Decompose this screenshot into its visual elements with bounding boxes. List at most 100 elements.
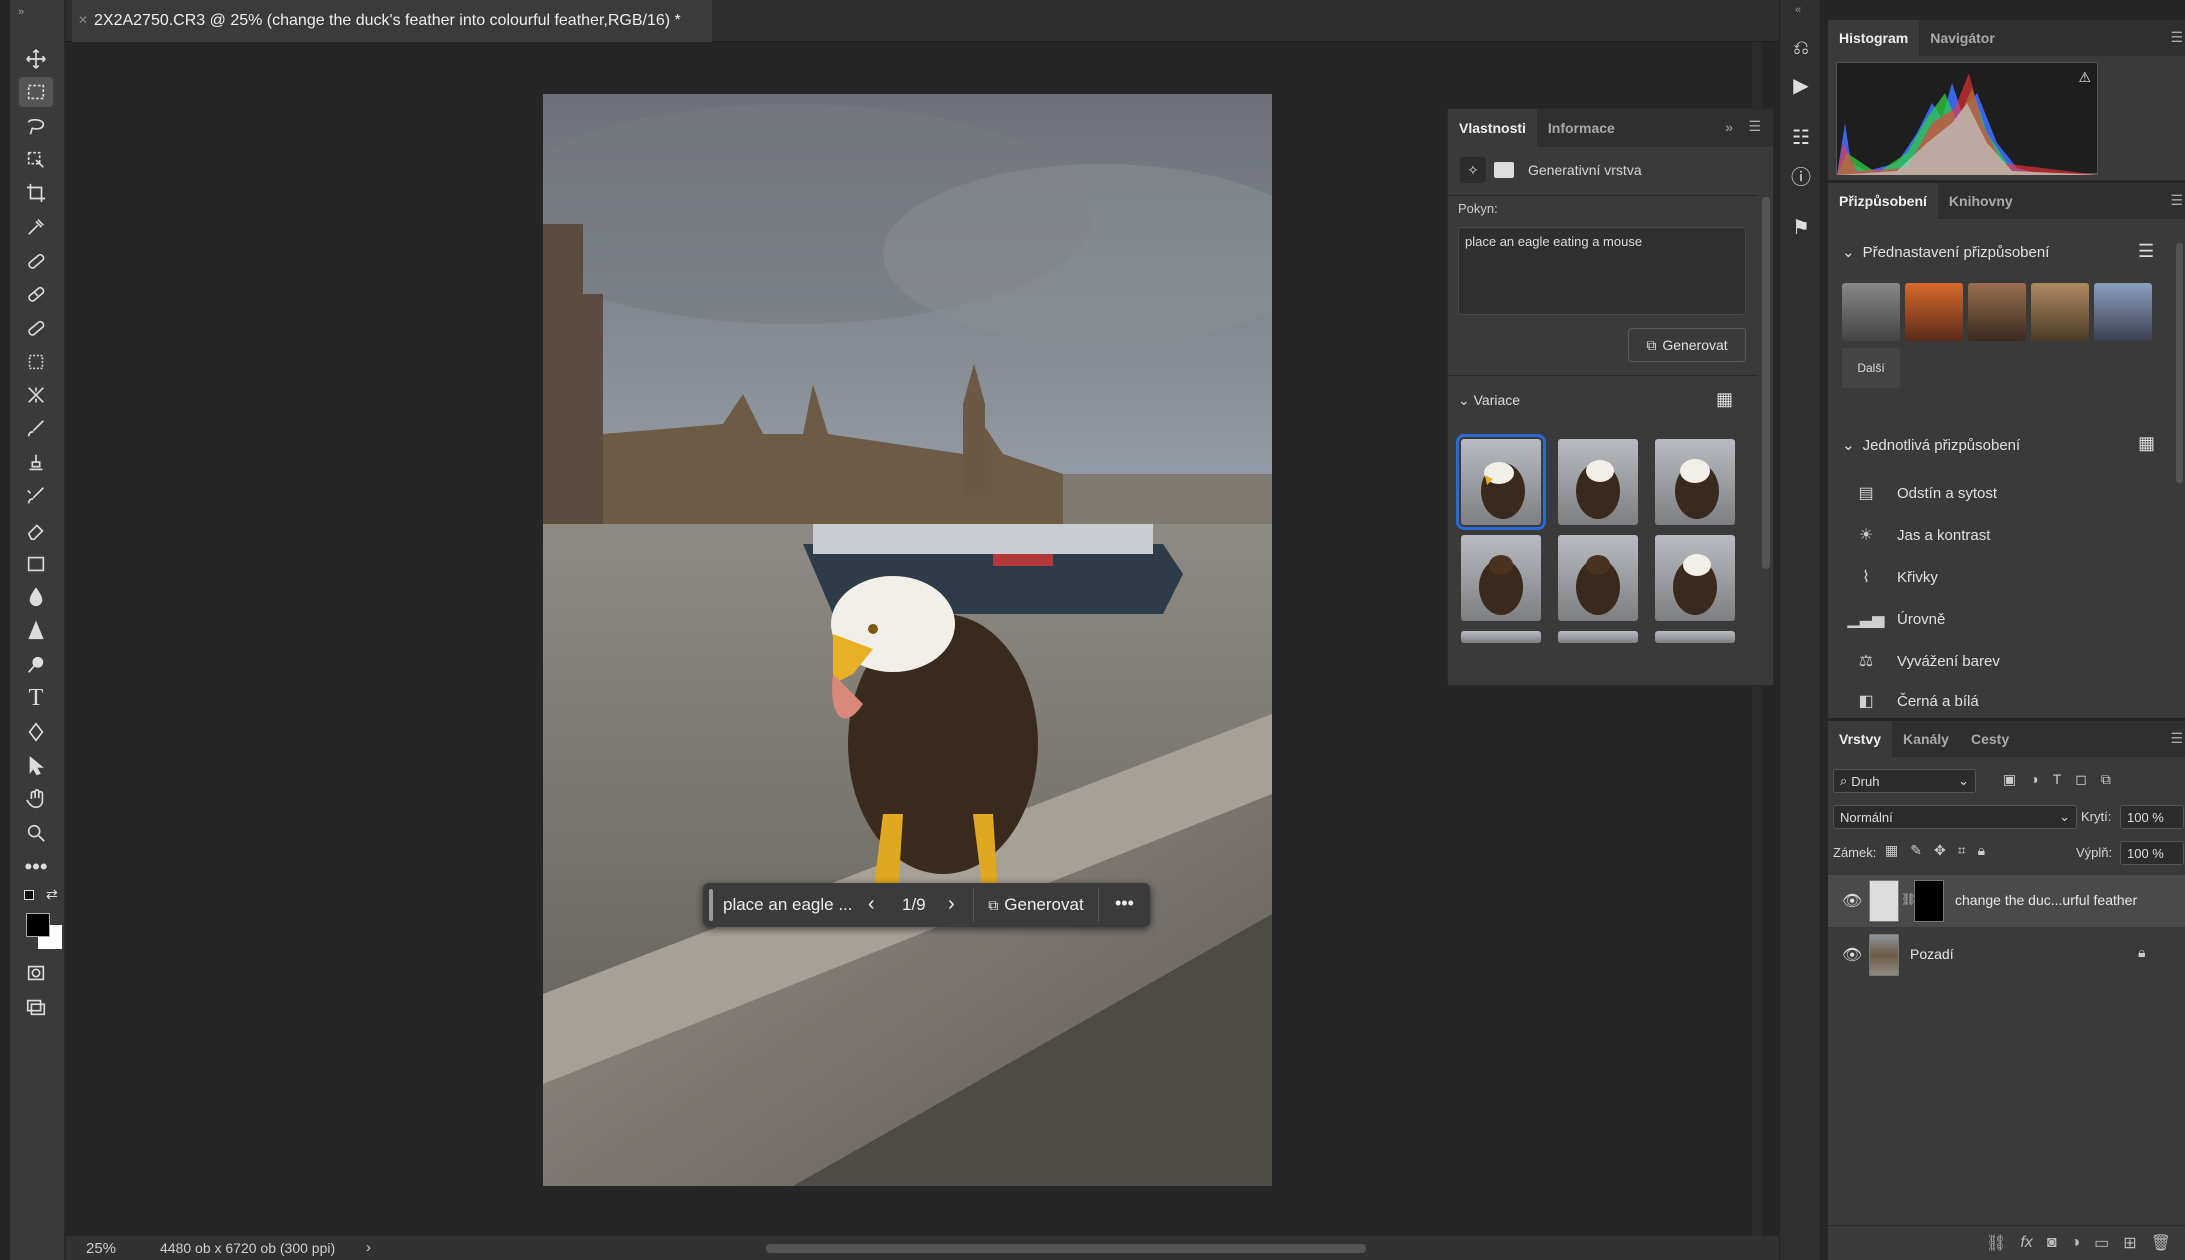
tab-libraries[interactable]: Knihovny: [1938, 183, 2024, 219]
swap-colors-icon[interactable]: ⇄: [46, 886, 58, 903]
zoom-tool-icon[interactable]: [19, 818, 53, 848]
lock-all-icon[interactable]: 🔒︎: [1978, 842, 1997, 858]
dodge-tool-icon[interactable]: [19, 650, 53, 680]
panel-menu-icon[interactable]: ☰: [2170, 192, 2183, 209]
variation-thumbnail-6[interactable]: [1655, 535, 1735, 621]
foreground-color-swatch[interactable]: [26, 913, 50, 937]
tab-navigator[interactable]: Navigátor: [1919, 20, 2006, 56]
actions-play-icon[interactable]: ▶: [1788, 72, 1814, 98]
layer-style-fx-icon[interactable]: fx: [2020, 1234, 2032, 1252]
layer-filter-icons[interactable]: ▣◑T◻⧉: [2003, 771, 2125, 788]
adjustment-color-balance[interactable]: ⚖ Vyvážení barev: [1853, 645, 2000, 677]
document-image[interactable]: [543, 94, 1272, 1186]
lock-transparent-icon[interactable]: ▦: [1885, 842, 1910, 858]
new-layer-icon[interactable]: ⊞: [2123, 1233, 2136, 1253]
lasso-tool-icon[interactable]: [19, 111, 53, 141]
layer-name[interactable]: change the duc...urful feather: [1955, 892, 2137, 908]
sharpen-tool-icon[interactable]: [19, 616, 53, 646]
collapse-icon[interactable]: «: [1795, 4, 1801, 16]
tab-properties[interactable]: Vlastnosti: [1448, 109, 1537, 147]
remove-tool-icon[interactable]: [19, 347, 53, 377]
properties-scrollbar[interactable]: [1762, 197, 1770, 569]
variation-thumbnail-3[interactable]: [1655, 439, 1735, 525]
variation-thumbnail-4[interactable]: [1461, 535, 1541, 621]
info-icon[interactable]: ⓘ: [1788, 162, 1814, 189]
generate-button[interactable]: ⧉ Generovat: [973, 888, 1099, 922]
lock-position-icon[interactable]: ✥: [1934, 842, 1958, 858]
quick-mask-icon[interactable]: [19, 958, 53, 988]
layer-row-generative[interactable]: 👁︎ ⛓ change the duc...urful feather: [1828, 875, 2185, 927]
document-tab[interactable]: ✕ 2X2A2750.CR3 @ 25% (change the duck's …: [72, 0, 712, 42]
add-mask-icon[interactable]: ◙: [2047, 1234, 2057, 1252]
warning-icon[interactable]: ⚠: [2078, 69, 2091, 86]
lock-pixels-icon[interactable]: ✎: [1910, 842, 1934, 858]
new-adjustment-layer-icon[interactable]: ◑: [2070, 1234, 2080, 1252]
variation-thumbnail-1[interactable]: [1456, 434, 1546, 530]
variation-thumbnail-8[interactable]: [1558, 631, 1638, 643]
individual-adjustments-header[interactable]: ⌄ Jednotlivá přizpůsobení: [1842, 436, 2020, 455]
prompt-input[interactable]: place an eagle eating a mouse: [1458, 227, 1746, 315]
default-colors-icon[interactable]: [24, 890, 34, 900]
panel-collapse-icon[interactable]: »: [1725, 119, 1733, 135]
tab-layers[interactable]: Vrstvy: [1828, 721, 1893, 757]
eyedropper-tool-icon[interactable]: [19, 212, 53, 242]
delete-layer-icon[interactable]: 🗑︎: [2151, 1233, 2171, 1253]
lock-artboard-icon[interactable]: ⌗: [1958, 842, 1978, 858]
tab-channels[interactable]: Kanály: [1892, 721, 1960, 757]
preset-thumbnail-1[interactable]: [1842, 283, 1900, 341]
layer-thumbnail[interactable]: [1869, 934, 1899, 976]
new-group-icon[interactable]: ▭: [2094, 1233, 2109, 1253]
tab-info[interactable]: Informace: [1537, 109, 1626, 147]
collapse-icon[interactable]: »: [18, 6, 24, 18]
visibility-eye-icon[interactable]: 👁︎: [1842, 891, 1862, 911]
pen-tool-icon[interactable]: [19, 717, 53, 747]
preset-thumbnail-5[interactable]: [2094, 283, 2152, 341]
zoom-level[interactable]: 25%: [86, 1240, 116, 1257]
more-tools-icon[interactable]: •••: [19, 852, 53, 882]
blend-mode-select[interactable]: Normální ⌄: [1833, 805, 2077, 829]
previous-variation-icon[interactable]: ‹: [868, 893, 875, 916]
close-tab-icon[interactable]: ✕: [78, 13, 88, 27]
panel-menu-icon[interactable]: ☰: [2170, 29, 2183, 46]
type-tool-icon[interactable]: T: [19, 683, 53, 713]
layer-name[interactable]: Pozadí: [1910, 946, 1954, 962]
preset-thumbnail-4[interactable]: [2031, 283, 2089, 341]
prompt-preview[interactable]: place an eagle ...: [723, 895, 852, 915]
tab-histogram[interactable]: Histogram: [1828, 20, 1920, 56]
hand-tool-icon[interactable]: [19, 784, 53, 814]
path-selection-icon[interactable]: [19, 751, 53, 781]
adjustment-hue-saturation[interactable]: ▤ Odstín a sytost: [1853, 477, 1997, 509]
grid-view-icon[interactable]: ▦: [1716, 389, 1733, 410]
more-icon[interactable]: •••: [1115, 893, 1134, 914]
drag-handle[interactable]: [709, 889, 713, 921]
marquee-tool-icon[interactable]: [19, 77, 53, 107]
horizontal-scrollbar[interactable]: [766, 1244, 1366, 1253]
adjustment-brightness-contrast[interactable]: ☀ Jas a kontrast: [1853, 519, 1991, 551]
adjustment-black-white[interactable]: ◧ Černá a bílá: [1853, 686, 1978, 716]
history-brush-icon[interactable]: [19, 481, 53, 511]
fill-field[interactable]: 100 %: [2120, 841, 2184, 865]
panel-menu-icon[interactable]: ☰: [2170, 730, 2183, 747]
eraser-tool-icon[interactable]: [19, 515, 53, 545]
preset-thumbnail-2[interactable]: [1905, 283, 1963, 341]
clone-stamp-icon[interactable]: [19, 448, 53, 478]
shape-filter-icon[interactable]: ◻: [2075, 771, 2101, 787]
variation-thumbnail-5[interactable]: [1558, 535, 1638, 621]
brush-tool-icon[interactable]: [19, 414, 53, 444]
blur-tool-icon[interactable]: [19, 582, 53, 612]
variation-thumbnail-9[interactable]: [1655, 631, 1735, 643]
layer-thumbnail[interactable]: [1869, 880, 1899, 922]
crop-tool-icon[interactable]: [19, 178, 53, 208]
variation-thumbnail-2[interactable]: [1558, 439, 1638, 525]
history-icon[interactable]: ⎌: [1788, 35, 1814, 61]
gradient-tool-icon[interactable]: [19, 549, 53, 579]
next-variation-icon[interactable]: ›: [948, 893, 955, 916]
grid-view-icon[interactable]: ▦: [2138, 433, 2155, 454]
generative-fill-icon[interactable]: [19, 380, 53, 410]
variation-thumbnail-7[interactable]: [1461, 631, 1541, 643]
adjustment-filter-icon[interactable]: ◑: [2030, 771, 2052, 787]
panel-menu-icon[interactable]: ☰: [1748, 118, 1761, 135]
mask-icon[interactable]: [1494, 162, 1514, 178]
status-menu-chevron-icon[interactable]: ›: [366, 1239, 371, 1256]
adjustment-curves[interactable]: ⌇ Křivky: [1853, 561, 1938, 593]
